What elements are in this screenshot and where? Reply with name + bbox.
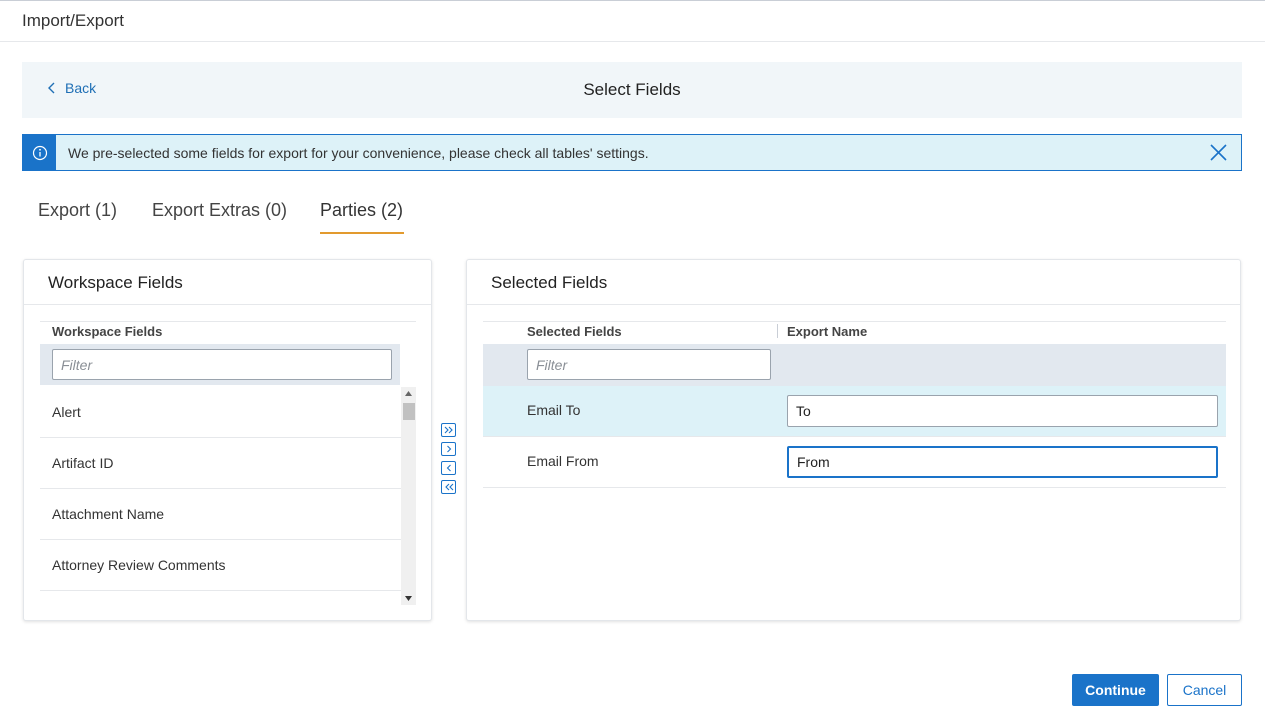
- table-row[interactable]: Email From: [483, 437, 1226, 488]
- selected-field-name: Email From: [527, 453, 599, 469]
- banner-message: We pre-selected some fields for export f…: [68, 145, 649, 161]
- column-header-line: [483, 321, 1226, 322]
- export-name-input[interactable]: [787, 395, 1218, 427]
- tab-parties[interactable]: Parties (2): [320, 200, 403, 221]
- continue-button[interactable]: Continue: [1072, 674, 1159, 706]
- tab-export-extras[interactable]: Export Extras (0): [152, 200, 287, 221]
- selected-column-header: Selected Fields: [527, 324, 622, 339]
- info-banner: We pre-selected some fields for export f…: [22, 134, 1242, 171]
- workspace-fields-list: Alert Artifact ID Attachment Name Attorn…: [40, 387, 401, 607]
- workspace-fields-panel: Workspace Fields Workspace Fields Alert …: [23, 259, 432, 621]
- selected-panel-title: Selected Fields: [491, 273, 608, 292]
- column-header-line: [40, 321, 416, 322]
- app-title: Import/Export: [22, 11, 125, 30]
- workspace-filter-input[interactable]: [52, 349, 392, 380]
- cancel-button[interactable]: Cancel: [1167, 674, 1242, 706]
- scroll-thumb[interactable]: [403, 403, 415, 420]
- list-item[interactable]: Attachment Name: [40, 489, 401, 540]
- add-all-button[interactable]: [441, 423, 456, 437]
- list-scrollbar[interactable]: [401, 387, 416, 605]
- panel-divider: [467, 304, 1240, 305]
- column-separator: [777, 324, 778, 338]
- table-row[interactable]: Email To: [483, 386, 1226, 437]
- selected-filter-input[interactable]: [527, 349, 771, 380]
- workspace-column-header: Workspace Fields: [52, 324, 163, 339]
- export-name-column-header: Export Name: [787, 324, 868, 339]
- workspace-panel-title: Workspace Fields: [48, 273, 183, 292]
- close-icon[interactable]: [1210, 144, 1227, 166]
- add-selected-button[interactable]: [441, 442, 456, 456]
- selected-fields-panel: Selected Fields Selected Fields Export N…: [466, 259, 1241, 621]
- export-name-input[interactable]: [787, 446, 1218, 478]
- remove-selected-button[interactable]: [441, 461, 456, 475]
- app-header: Import/Export: [0, 1, 1265, 42]
- chevron-right-icon: [446, 445, 451, 453]
- panel-divider: [24, 304, 431, 305]
- double-chevron-right-icon: [444, 426, 453, 434]
- remove-all-button[interactable]: [441, 480, 456, 494]
- list-item[interactable]: Alert: [40, 387, 401, 438]
- tab-export[interactable]: Export (1): [38, 200, 117, 221]
- step-bar: Back Select Fields: [22, 62, 1242, 118]
- page-title: Select Fields: [583, 80, 681, 99]
- scroll-up-icon[interactable]: [405, 391, 412, 396]
- move-buttons: [441, 423, 457, 499]
- chevron-left-icon: [446, 464, 451, 472]
- info-icon: [23, 135, 56, 170]
- double-chevron-left-icon: [444, 483, 453, 491]
- selected-field-name: Email To: [527, 402, 581, 418]
- active-tab-indicator: [320, 232, 404, 234]
- list-item[interactable]: Attorney Review Comments: [40, 540, 401, 591]
- list-item[interactable]: Artifact ID: [40, 438, 401, 489]
- scroll-down-icon[interactable]: [405, 596, 412, 601]
